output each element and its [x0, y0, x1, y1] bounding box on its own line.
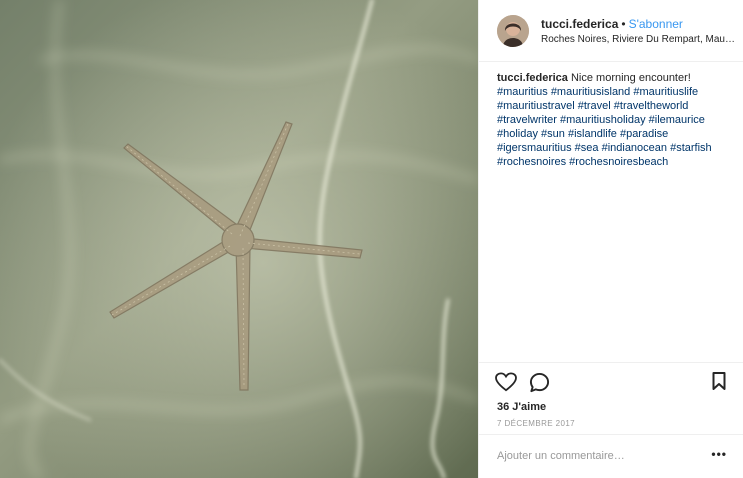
hashtag-link[interactable]: #holiday	[497, 128, 538, 140]
post-date: 7 DÉCEMBRE 2017	[497, 419, 576, 428]
header-line: tucci.federica • S'abonner	[541, 17, 683, 31]
hashtag-link[interactable]: #mauritiuslife	[633, 86, 698, 98]
post-photo[interactable]	[0, 0, 478, 478]
more-options-button[interactable]: •••	[711, 447, 727, 461]
save-button[interactable]	[712, 372, 726, 395]
starfish-photo	[0, 0, 478, 478]
username-link[interactable]: tucci.federica	[541, 17, 618, 31]
comment-bubble-icon	[529, 372, 550, 393]
bookmark-icon	[712, 372, 726, 390]
ellipsis-icon: •••	[711, 447, 727, 461]
like-button[interactable]	[495, 372, 517, 397]
hashtag-link[interactable]: #travel	[578, 100, 611, 112]
likes-count[interactable]: 36 J'aime	[497, 401, 546, 413]
hashtag-link[interactable]: #igersmauritius	[497, 142, 572, 154]
comment-input[interactable]: Ajouter un commentaire…	[497, 450, 625, 462]
hashtag-link[interactable]: #rochesnoiresbeach	[569, 156, 668, 168]
avatar[interactable]	[497, 15, 529, 47]
hashtag-link[interactable]: #mauritiusisland	[551, 86, 630, 98]
comment-bar: Ajouter un commentaire… •••	[479, 434, 743, 478]
hashtag-link[interactable]: #mauritius	[497, 86, 548, 98]
hashtag-link[interactable]: #ilemaurice	[649, 114, 705, 126]
hashtag-link[interactable]: #rochesnoires	[497, 156, 566, 168]
avatar-icon	[497, 15, 529, 47]
hashtag-link[interactable]: #traveltheworld	[614, 100, 689, 112]
location-link[interactable]: Roches Noires, Riviere Du Rempart, Mauri…	[541, 34, 735, 45]
caption: tucci.federica Nice morning encounter! #…	[497, 71, 731, 169]
caption-text: Nice morning encounter!	[570, 72, 691, 84]
hashtag-list: #mauritius #mauritiusisland #mauritiusli…	[497, 86, 712, 168]
hashtag-link[interactable]: #starfish	[670, 142, 712, 154]
action-bar	[479, 362, 743, 398]
caption-username[interactable]: tucci.federica	[497, 72, 568, 84]
hashtag-link[interactable]: #sun	[541, 128, 565, 140]
follow-button[interactable]: S'abonner	[629, 17, 683, 31]
hashtag-link[interactable]: #islandlife	[568, 128, 617, 140]
separator-dot: •	[621, 17, 626, 31]
comment-button[interactable]	[529, 372, 550, 398]
hashtag-link[interactable]: #paradise	[620, 128, 668, 140]
hashtag-link[interactable]: #mauritiusholiday	[560, 114, 646, 126]
hashtag-link[interactable]: #travelwriter	[497, 114, 557, 126]
hashtag-link[interactable]: #sea	[575, 142, 599, 154]
post-header: tucci.federica • S'abonner Roches Noires, …	[479, 0, 743, 62]
post-sidebar: tucci.federica • S'abonner Roches Noires, …	[478, 0, 743, 478]
hashtag-link[interactable]: #mauritiustravel	[497, 100, 575, 112]
heart-icon	[495, 372, 517, 392]
instagram-post: tucci.federica • S'abonner Roches Noires, …	[0, 0, 743, 478]
hashtag-link[interactable]: #indianocean	[602, 142, 667, 154]
